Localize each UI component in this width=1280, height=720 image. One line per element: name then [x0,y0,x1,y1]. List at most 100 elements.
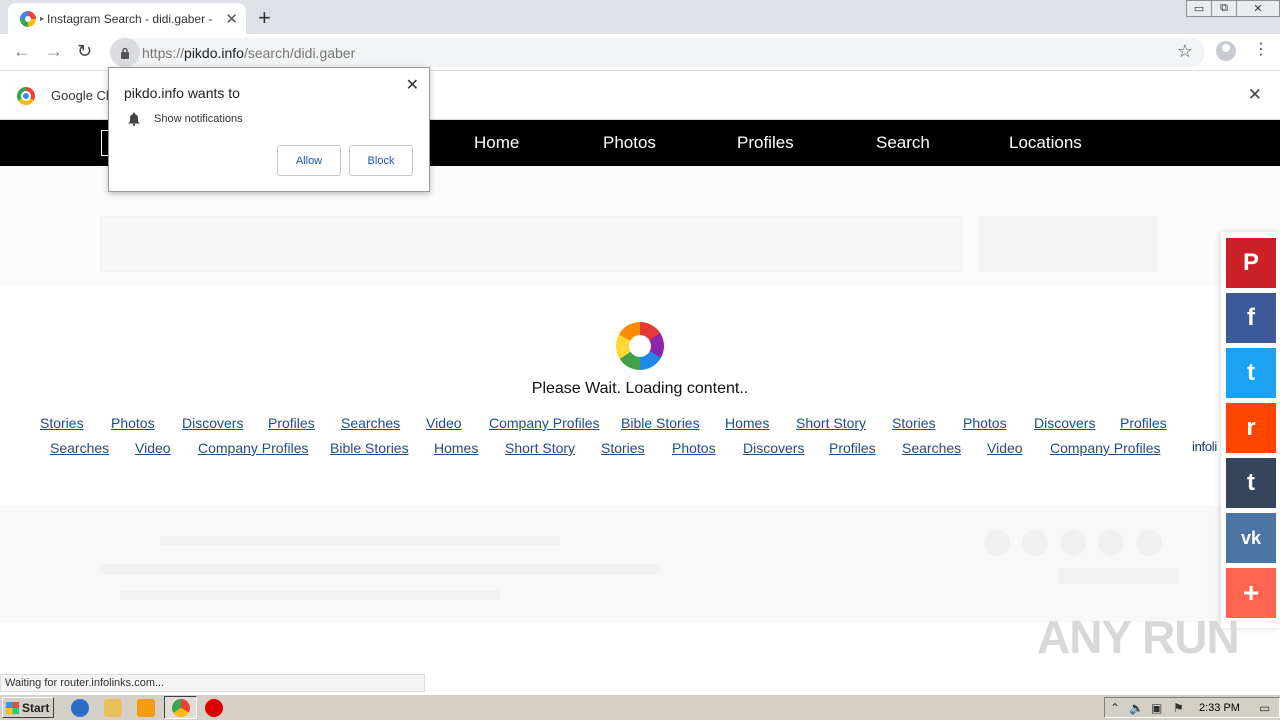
windows-logo-icon [6,701,19,714]
media-player-icon[interactable] [137,699,155,717]
tab-audio-icon: ▸ [40,14,45,23]
footer-link[interactable]: Company Profiles [1050,440,1161,456]
footer-link[interactable]: Profiles [268,415,315,431]
chrome-icon [172,699,190,717]
notification-permission-popup: pikdo.info wants to ✕ Show notifications… [108,67,430,192]
footer-link[interactable]: Stories [40,415,84,431]
nav-locations[interactable]: Locations [1009,133,1082,153]
allow-button[interactable]: Allow [277,145,341,176]
search-input[interactable] [100,216,962,272]
footer-link[interactable]: Homes [725,415,769,431]
opera-icon[interactable] [205,699,223,717]
twitter-share-icon[interactable]: t [1226,348,1276,398]
browser-status-bar: Waiting for router.infolinks.com... [0,674,425,692]
footer-link[interactable]: Video [135,440,171,456]
footer-link[interactable]: Company Profiles [489,415,600,431]
volume-icon[interactable]: 🔈 [1129,701,1144,715]
footer-social-icon[interactable] [984,530,1010,556]
footer-social-icon[interactable] [1098,530,1124,556]
footer-social-icon[interactable] [1022,530,1048,556]
clock[interactable]: 2:33 PM [1199,702,1240,714]
vk-share-icon[interactable]: vk [1226,513,1276,563]
block-button[interactable]: Block [349,145,413,176]
loading-text: Please Wait. Loading content.. [531,380,749,397]
popup-close-icon[interactable]: ✕ [406,75,419,95]
bell-icon [128,112,140,126]
footer-link[interactable]: Company Profiles [198,440,309,456]
ie-icon[interactable] [71,699,89,717]
pinterest-share-icon[interactable]: P [1226,238,1276,288]
anyrun-watermark: ANY RUN [1037,611,1240,663]
site-footer [0,506,1280,622]
nav-home[interactable]: Home [474,133,519,153]
footer-link[interactable]: Homes [434,440,478,456]
browser-titlebar: ▸ Instagram Search - didi.gaber - Se ✕ +… [0,0,1280,34]
start-label: Start [22,700,50,715]
explorer-folder-icon[interactable] [104,699,122,717]
profile-avatar-icon[interactable] [1216,41,1236,61]
footer-link[interactable]: Stories [892,415,936,431]
footer-link[interactable]: Searches [50,440,109,456]
footer-link[interactable]: Bible Stories [330,440,409,456]
window-close-button[interactable]: ✕ [1236,0,1280,17]
footer-link[interactable]: Photos [111,415,155,431]
footer-link[interactable]: Profiles [1120,415,1167,431]
start-button[interactable]: Start [2,697,54,718]
footer-link[interactable]: Video [987,440,1023,456]
bookmark-star-icon[interactable]: ☆ [1177,41,1193,62]
action-center-flag-icon[interactable]: ⚑ [1173,701,1184,715]
show-desktop-icon[interactable]: ▭ [1259,701,1270,715]
nav-profiles[interactable]: Profiles [737,133,794,153]
forward-button[interactable]: → [45,41,63,62]
new-tab-button[interactable]: + [258,5,271,31]
tumblr-share-icon[interactable]: t [1226,458,1276,508]
reload-button[interactable]: ↻ [77,41,92,62]
infolinks-tag[interactable]: infoli [1192,439,1217,454]
tray-expand-icon[interactable]: ⌃ [1110,701,1120,715]
footer-link[interactable]: Bible Stories [621,415,700,431]
chrome-taskbar-button[interactable] [164,696,197,719]
url-text: https://pikdo.info/search/didi.gaber [142,44,356,61]
infobar-text: Google Ch [51,88,114,103]
footer-link[interactable]: Discovers [743,440,804,456]
footer-link[interactable]: Short Story [505,440,575,456]
footer-link[interactable]: Photos [963,415,1007,431]
facebook-share-icon[interactable]: f [1226,293,1276,343]
loading-logo-icon [616,322,664,370]
search-button[interactable] [978,216,1158,272]
back-button[interactable]: ← [13,41,31,62]
footer-link[interactable]: Searches [341,415,400,431]
address-bar[interactable]: https://pikdo.info/search/didi.gaber ☆ [110,38,1205,67]
tab-title: Instagram Search - didi.gaber - Se [47,11,216,26]
footer-link[interactable]: Stories [601,440,645,456]
footer-link[interactable]: Short Story [796,415,866,431]
footer-link[interactable]: Video [426,415,462,431]
footer-link[interactable]: Discovers [182,415,243,431]
windows-taskbar: Start ⌃ 🔈 ▣ ⚑ 2:33 PM ▭ [0,694,1280,720]
lock-icon[interactable] [110,38,140,67]
restore-button[interactable]: ⧉ [1211,0,1237,17]
footer-badge [1058,568,1178,584]
footer-link[interactable]: Photos [672,440,716,456]
popup-title: pikdo.info wants to [124,85,240,101]
chrome-logo-icon [17,87,35,105]
footer-link[interactable]: Searches [902,440,961,456]
reddit-share-icon[interactable]: r [1226,403,1276,453]
footer-link[interactable]: Profiles [829,440,876,456]
footer-link[interactable]: Discovers [1034,415,1095,431]
footer-placeholder-line [100,564,660,574]
infobar-close-icon[interactable]: ✕ [1248,85,1262,105]
tab-close-icon[interactable]: ✕ [225,10,238,28]
permission-text: Show notifications [154,113,243,125]
system-tray: ⌃ 🔈 ▣ ⚑ 2:33 PM ▭ [1104,697,1280,718]
nav-photos[interactable]: Photos [603,133,656,153]
network-icon[interactable]: ▣ [1151,701,1162,715]
footer-social-icon[interactable] [1136,530,1162,556]
browser-menu-icon[interactable]: ⋮ [1253,42,1269,58]
footer-social-icon[interactable] [1060,530,1086,556]
browser-tab[interactable]: ▸ Instagram Search - didi.gaber - Se ✕ [8,3,246,34]
window-controls: ▭ ⧉ ✕ [1186,0,1280,18]
tab-favicon-icon [20,10,36,27]
minimize-button[interactable]: ▭ [1186,0,1212,17]
nav-search[interactable]: Search [876,133,930,153]
